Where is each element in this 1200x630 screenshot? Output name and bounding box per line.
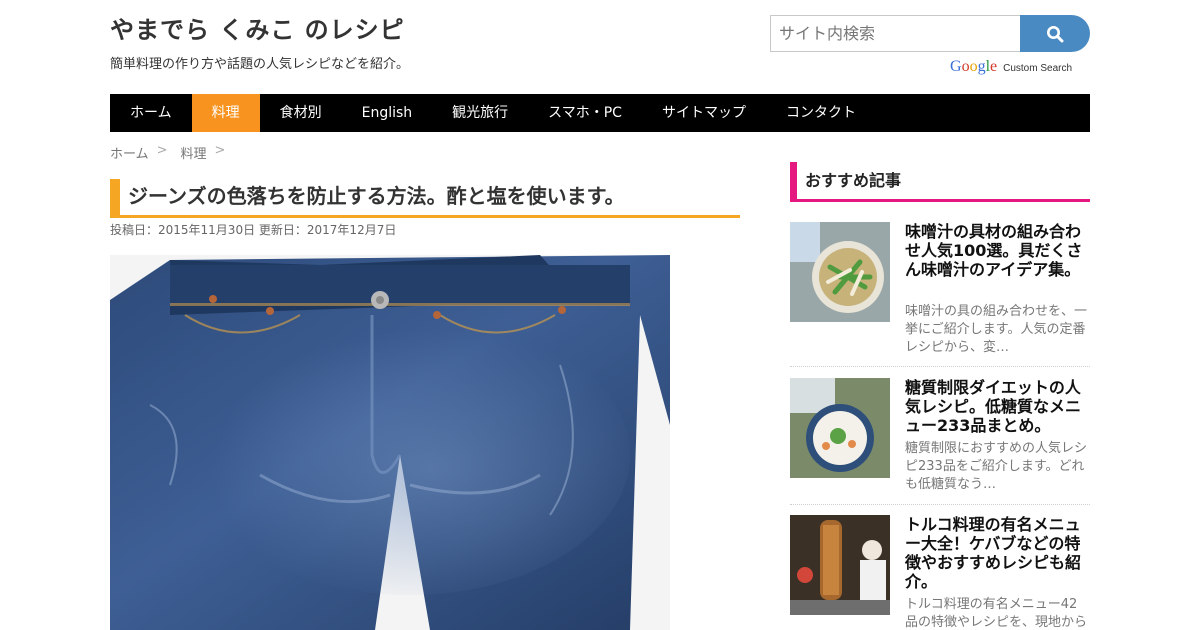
recommended-item-excerpt: トルコ料理の有名メニュー42品の特徴やレシピを、現地からご xyxy=(905,597,1088,630)
post-meta: 投稿日：2015年11月30日 更新日：2017年12月7日 xyxy=(110,223,397,237)
turkish-food-thumbnail[interactable] xyxy=(790,515,890,615)
article-title-box: ジーンズの色落ちを防止する方法。酢と塩を使います。 xyxy=(110,179,740,218)
nav-item-cooking[interactable]: 料理 xyxy=(191,94,260,132)
low-carb-thumbnail[interactable] xyxy=(790,378,890,478)
jeans-photo xyxy=(110,255,670,630)
nav-item-smartphone-pc[interactable]: スマホ・PC xyxy=(528,94,642,132)
recommended-item-title[interactable]: トルコ料理の有名メニュー大全！ケバブなどの特徴やおすすめレシピも紹介。 xyxy=(905,515,1090,591)
search-button[interactable] xyxy=(1020,15,1090,52)
site-description: 簡単料理の作り方や話題の人気レシピなどを紹介。 xyxy=(110,57,410,72)
recommended-heading: おすすめ記事 xyxy=(805,171,902,190)
site-title[interactable]: やまでら くみこ のレシピ xyxy=(110,10,405,45)
recommended-item-title[interactable]: 糖質制限ダイエットの人気レシピ。低糖質なメニュー233品まとめ。 xyxy=(905,378,1090,435)
nav-item-contact[interactable]: コンタクト xyxy=(766,94,876,132)
article-title: ジーンズの色落ちを防止する方法。酢と塩を使います。 xyxy=(128,184,625,208)
search-input[interactable] xyxy=(770,15,1022,52)
nav-item-sitemap[interactable]: サイトマップ xyxy=(642,94,766,132)
nav-item-ingredients[interactable]: 食材別 xyxy=(260,94,342,132)
nav-item-english[interactable]: English xyxy=(342,94,433,132)
breadcrumb-separator: > xyxy=(214,143,226,158)
recommended-item-title[interactable]: 味噌汁の具材の組み合わせ人気100選。具だくさん味噌汁のアイデア集。 xyxy=(905,222,1090,279)
breadcrumb: ホーム > 料理 > xyxy=(110,143,238,162)
recommended-item-excerpt: 味噌汁の具の組み合わせを、一挙にご紹介します。人気の定番レシピから、変… xyxy=(905,304,1088,355)
breadcrumb-home[interactable]: ホーム xyxy=(110,143,149,162)
nav-item-home[interactable]: ホーム xyxy=(110,94,192,132)
recommended-item-excerpt: 糖質制限におすすめの人気レシピ233品をご紹介します。どれも低糖質なう… xyxy=(905,441,1088,492)
breadcrumb-cooking[interactable]: 料理 xyxy=(181,143,207,162)
main-nav: ホーム 料理 食材別 English 観光旅行 スマホ・PC サイトマップ コン… xyxy=(110,94,1090,132)
custom-search-label: Custom Search xyxy=(1003,63,1073,74)
divider xyxy=(790,366,1090,367)
nav-item-travel[interactable]: 観光旅行 xyxy=(432,94,528,132)
google-custom-search-badge: Google Custom Search xyxy=(950,58,1072,76)
miso-soup-thumbnail[interactable] xyxy=(790,222,890,322)
article-hero-image xyxy=(110,255,670,630)
search-icon xyxy=(1047,25,1064,42)
divider xyxy=(790,504,1090,505)
recommended-heading-box: おすすめ記事 xyxy=(790,162,1090,202)
breadcrumb-separator: > xyxy=(156,143,168,158)
search-box xyxy=(770,15,1090,52)
site-header: やまでら くみこ のレシピ 簡単料理の作り方や話題の人気レシピなどを紹介。 Go… xyxy=(0,0,1200,94)
google-logo: Google xyxy=(950,58,998,75)
